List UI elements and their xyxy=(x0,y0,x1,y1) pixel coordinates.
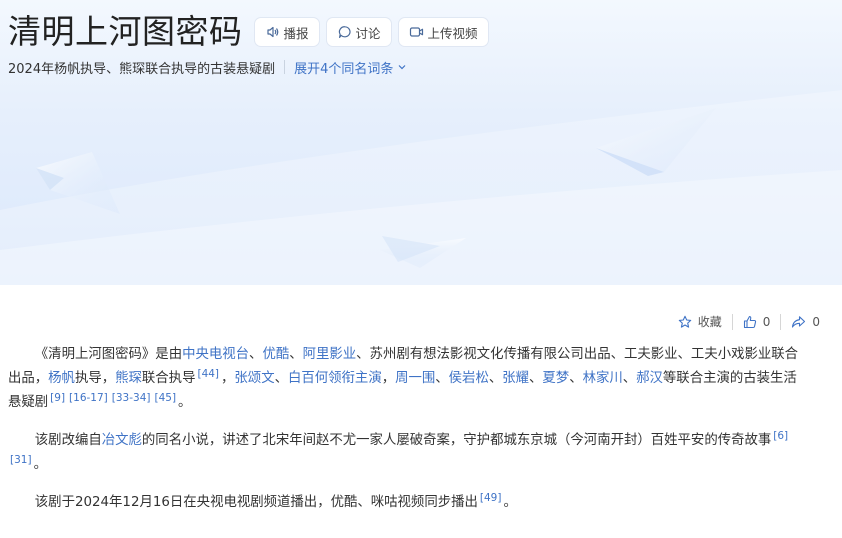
chevron-down-icon xyxy=(397,62,407,72)
paragraph: 该剧改编自冶文彪的同名小说，讲述了北宋年间赵不尤一家人屡破奇案，守护都城东京城（… xyxy=(8,429,803,477)
entity-link[interactable]: 阿里影业 xyxy=(303,347,357,362)
citation-link[interactable]: [45] xyxy=(154,392,176,404)
action-bar: 收藏 0 0 xyxy=(678,313,820,330)
entity-link[interactable]: 熊琛 xyxy=(115,371,142,386)
upload-video-button[interactable]: 上传视频 xyxy=(398,18,488,46)
text-segment: 、 xyxy=(274,371,288,386)
divider xyxy=(284,60,286,74)
paragraph: 《清明上河图密码》是由中央电视台、优酷、阿里影业、苏州剧有想法影视文化传播有限公… xyxy=(8,343,803,415)
entity-link[interactable]: 杨帆 xyxy=(48,371,75,386)
text-segment: 的同名小说，讲述了北宋年间赵不尤一家人屡破奇案，守护都城东京城（今河南开封）百姓… xyxy=(141,433,772,448)
entity-link[interactable]: 领衔主演 xyxy=(328,371,382,386)
page-subtitle: 2024年杨帆执导、熊琛联合执导的古装悬疑剧 xyxy=(8,61,276,77)
paragraph: 该剧于2024年12月16日在央视电视剧频道播出，优酷、咪咕视频同步播出 [49]… xyxy=(8,491,803,515)
entity-link[interactable]: 林家川 xyxy=(583,371,623,386)
divider xyxy=(780,313,782,330)
text-segment: 、 xyxy=(529,371,543,386)
text-segment: 该剧于2024年12月16日在央视电视剧频道播出，优酷、咪咕视频同步播出 xyxy=(34,495,478,510)
citation-link[interactable]: [49] xyxy=(480,492,502,504)
expand-homonyms-link[interactable]: 展开4个同名词条 xyxy=(294,58,407,77)
entity-link[interactable]: 张颂文 xyxy=(234,371,274,386)
speaker-icon xyxy=(265,24,281,40)
text-segment: 、 xyxy=(488,371,503,386)
header-banner: 清明上河图密码 播报 讨论 上传视频 2024年杨帆执导、熊琛联合执导的古装悬疑… xyxy=(0,0,842,285)
favorite-label: 收藏 xyxy=(697,315,722,329)
text-segment: 、 xyxy=(569,371,583,386)
discuss-button[interactable]: 讨论 xyxy=(326,18,391,46)
upload-video-label: 上传视频 xyxy=(427,25,478,41)
text-segment: ， xyxy=(221,371,235,386)
chat-bubble-icon xyxy=(337,24,353,40)
expand-homonyms-label: 展开4个同名词条 xyxy=(294,61,394,77)
thumbs-up-icon xyxy=(743,315,756,328)
text-segment: 该剧改编自 xyxy=(34,433,102,448)
discuss-label: 讨论 xyxy=(355,25,381,41)
broadcast-button[interactable]: 播报 xyxy=(254,18,319,46)
share-icon xyxy=(792,315,806,328)
citation-link[interactable]: [44] xyxy=(197,368,219,380)
citation-link[interactable]: [9] xyxy=(50,392,65,404)
citation-link[interactable]: [6] xyxy=(773,430,788,442)
entity-link[interactable]: 张耀 xyxy=(502,371,529,386)
entity-link[interactable]: 白百何 xyxy=(288,371,328,386)
entity-link[interactable]: 冶文彪 xyxy=(102,433,142,448)
entity-link[interactable]: 中央电视台 xyxy=(182,347,249,362)
share-count: 0 xyxy=(812,314,820,329)
citation-link[interactable]: [16-17] xyxy=(69,392,108,404)
text-segment: 、 xyxy=(289,347,303,362)
text-segment: 。 xyxy=(503,495,517,510)
text-segment: 执导， xyxy=(74,371,116,386)
text-segment: 。 xyxy=(33,457,47,472)
entity-link[interactable]: 夏梦 xyxy=(542,371,569,386)
citation-link[interactable]: [33-34] xyxy=(112,392,151,404)
text-segment: 。 xyxy=(178,395,192,410)
share-button[interactable]: 0 xyxy=(791,315,820,329)
citation-link[interactable]: [31] xyxy=(10,454,32,466)
entity-link[interactable]: 优酷 xyxy=(262,347,289,362)
star-icon xyxy=(678,315,691,328)
favorite-button[interactable]: 收藏 xyxy=(678,313,722,330)
text-segment: 联合执导 xyxy=(141,371,196,386)
text-segment: ， xyxy=(381,371,396,386)
like-button[interactable]: 0 xyxy=(743,314,771,329)
broadcast-label: 播报 xyxy=(283,25,309,41)
text-segment: 《清明上河图密码》是由 xyxy=(34,347,183,362)
entity-link[interactable]: 周一围 xyxy=(395,371,435,386)
page-title: 清明上河图密码 xyxy=(8,12,243,51)
text-segment: 、 xyxy=(622,371,637,386)
video-upload-icon xyxy=(409,24,425,40)
entity-link[interactable]: 侯岩松 xyxy=(449,371,489,386)
text-segment: 、 xyxy=(249,347,263,362)
entity-link[interactable]: 郝汉 xyxy=(636,371,663,386)
like-count: 0 xyxy=(762,314,771,329)
divider xyxy=(731,313,733,330)
text-segment: 、 xyxy=(435,371,449,386)
article-body: 《清明上河图密码》是由中央电视台、优酷、阿里影业、苏州剧有想法影视文化传播有限公… xyxy=(8,343,803,529)
